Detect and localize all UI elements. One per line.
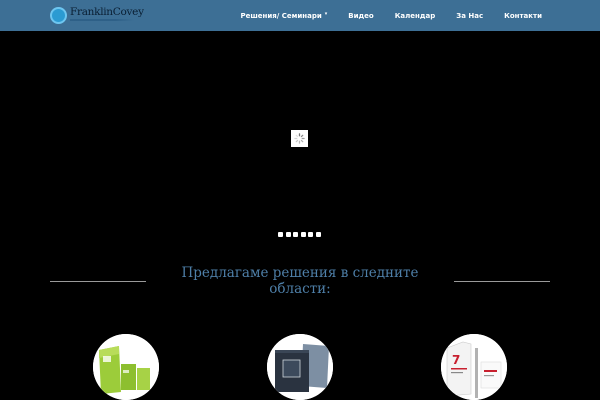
slider-dot[interactable] xyxy=(308,232,313,237)
nav-item-video[interactable]: Видео xyxy=(348,12,373,20)
slider-dot[interactable] xyxy=(300,232,306,237)
solution-image-dark-books[interactable] xyxy=(267,334,333,400)
slider-dot[interactable] xyxy=(293,232,298,237)
nav-item-about[interactable]: За Нас xyxy=(456,12,483,20)
green-books-image xyxy=(93,334,159,400)
dark-books-image xyxy=(267,334,333,400)
slider-pagination xyxy=(278,232,323,237)
divider-right xyxy=(454,281,550,282)
slider-dot[interactable] xyxy=(285,232,291,237)
nav-item-solutions-label: Решения/ Семинари xyxy=(240,11,322,20)
spinner-icon xyxy=(294,133,305,144)
section-heading: Предлагаме решения в следните области: xyxy=(181,265,419,297)
logo-tagline-graphic xyxy=(70,19,134,21)
slider-dot[interactable] xyxy=(315,232,321,237)
nav-item-contacts[interactable]: Контакти xyxy=(504,12,542,20)
nav-item-calendar[interactable]: Календар xyxy=(395,12,436,20)
solution-image-green-books[interactable] xyxy=(93,334,159,400)
logo-name: FranklinCovey xyxy=(70,6,144,18)
svg-text:7: 7 xyxy=(452,353,460,367)
divider-left xyxy=(50,281,146,282)
nav-item-solutions[interactable]: Решения/ Семинари ▾ xyxy=(240,10,328,20)
main-nav: Решения/ Семинари ▾ Видео Календар За На… xyxy=(240,0,542,31)
franklincovey-logo[interactable]: FranklinCovey xyxy=(50,6,144,26)
solution-image-7-habits[interactable]: 7 xyxy=(441,334,507,400)
logo-circle-icon xyxy=(50,7,67,24)
chevron-down-icon: ▾ xyxy=(324,10,328,17)
header: FranklinCovey Решения/ Семинари ▾ Видео … xyxy=(0,0,600,31)
slider-dot[interactable] xyxy=(278,232,283,237)
slider-loading-spinner xyxy=(291,130,308,147)
7-habits-book-image: 7 xyxy=(441,334,507,400)
